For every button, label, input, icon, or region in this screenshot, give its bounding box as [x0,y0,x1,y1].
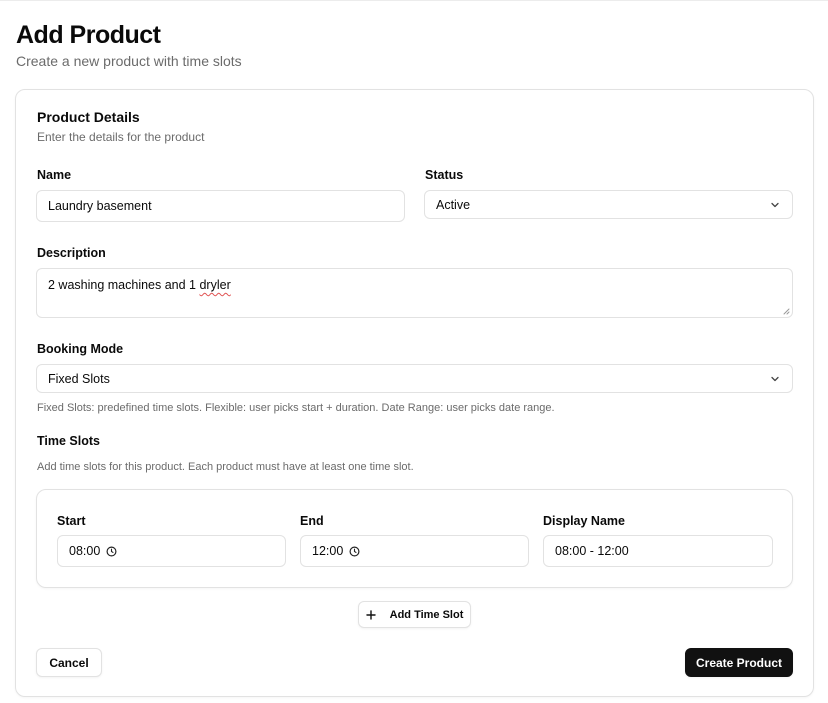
end-time-input[interactable]: 12:00 [300,535,529,567]
booking-mode-label: Booking Mode [37,342,124,356]
name-input-value: Laundry basement [48,199,152,213]
booking-mode-select[interactable]: Fixed Slots [36,364,793,393]
chevron-down-icon [771,376,779,381]
status-select-value: Active [436,197,471,212]
page-subtitle: Create a new product with time slots [16,53,242,69]
cancel-button[interactable]: Cancel [36,648,102,677]
booking-mode-help: Fixed Slots: predefined time slots. Flex… [37,402,555,414]
misspelled-word: dryler [199,278,231,292]
booking-mode-value: Fixed Slots [48,371,110,386]
description-value: 2 washing machines and 1 dryler [48,278,231,292]
clock-icon[interactable] [349,546,360,557]
product-details-card: Product Details Enter the details for th… [15,89,814,697]
description-label: Description [37,246,106,260]
card-description: Enter the details for the product [37,130,205,144]
display-name-label: Display Name [543,514,625,528]
display-name-value: 08:00 - 12:00 [555,544,629,558]
start-time-input[interactable]: 08:00 [57,535,286,567]
chevron-down-icon [771,202,779,207]
time-slots-label: Time Slots [37,434,100,448]
status-label: Status [425,168,464,182]
time-slot-row: Start 08:00 End 12:00 Display Name 08:00… [36,489,793,588]
card-title: Product Details [37,109,140,125]
add-time-slot-label: Add Time Slot [389,608,464,621]
time-slots-help: Add time slots for this product. Each pr… [37,461,414,473]
name-input[interactable]: Laundry basement [36,190,405,222]
end-label: End [300,514,324,528]
status-select[interactable]: Active [424,190,793,219]
page-title: Add Product [16,21,161,49]
create-product-button[interactable]: Create Product [685,648,793,677]
end-time-value: 12:00 [312,544,344,558]
description-textarea[interactable]: 2 washing machines and 1 dryler [36,268,793,318]
start-label: Start [57,514,86,528]
top-divider [0,0,828,1]
create-product-label: Create Product [695,655,783,670]
start-time-value: 08:00 [69,544,101,558]
add-time-slot-button[interactable]: Add Time Slot [358,601,471,628]
display-name-input[interactable]: 08:00 - 12:00 [543,535,773,567]
clock-icon[interactable] [106,546,117,557]
cancel-label: Cancel [49,655,89,670]
resize-handle-icon[interactable] [782,307,790,315]
name-label: Name [37,168,72,182]
plus-icon [365,609,376,620]
